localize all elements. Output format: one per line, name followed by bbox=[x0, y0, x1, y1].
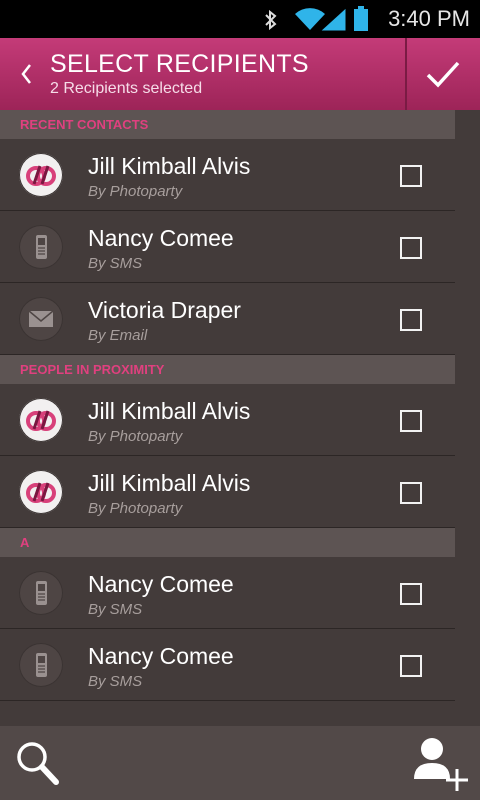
back-button[interactable] bbox=[14, 38, 44, 110]
confirm-button[interactable] bbox=[407, 38, 480, 110]
photoparty-icon bbox=[26, 165, 56, 186]
section-header: RECENT CONTACTS bbox=[0, 110, 455, 139]
section-header: A bbox=[0, 528, 455, 557]
avatar bbox=[19, 470, 63, 514]
contact-method: By Email bbox=[88, 327, 148, 344]
avatar bbox=[19, 225, 63, 269]
contact-name: Nancy Comee bbox=[88, 225, 234, 251]
contact-name: Jill Kimball Alvis bbox=[88, 153, 251, 179]
recipient-checkbox[interactable] bbox=[400, 410, 422, 432]
contact-method: By Photoparty bbox=[88, 183, 183, 200]
avatar bbox=[19, 643, 63, 687]
recipients-count: 2 Recipients selected bbox=[50, 80, 203, 97]
contact-row[interactable]: Nancy Comee By SMS bbox=[0, 557, 455, 629]
recipient-checkbox[interactable] bbox=[400, 655, 422, 677]
contact-row[interactable]: Nancy Comee By SMS bbox=[0, 629, 455, 701]
bottom-bar bbox=[0, 726, 480, 800]
avatar bbox=[19, 153, 63, 197]
phone-icon bbox=[36, 653, 47, 677]
battery-icon bbox=[354, 6, 368, 31]
contact-method: By Photoparty bbox=[88, 428, 183, 445]
avatar bbox=[19, 398, 63, 442]
contact-name: Victoria Draper bbox=[88, 297, 241, 323]
avatar bbox=[19, 571, 63, 615]
avatar bbox=[19, 297, 63, 341]
checkmark-icon bbox=[426, 61, 460, 88]
envelope-icon bbox=[28, 310, 54, 327]
recipient-checkbox[interactable] bbox=[400, 309, 422, 331]
page-title: SELECT RECIPIENTS bbox=[50, 50, 309, 78]
status-time: 3:40 PM bbox=[388, 6, 470, 31]
contact-method: By SMS bbox=[88, 255, 143, 272]
add-contact-button[interactable] bbox=[410, 732, 472, 794]
title-block: SELECT RECIPIENTS 2 Recipients selected bbox=[50, 50, 309, 99]
search-button[interactable] bbox=[12, 736, 64, 790]
phone-icon bbox=[36, 581, 47, 605]
photoparty-icon bbox=[26, 410, 56, 431]
contact-row[interactable]: Victoria Draper By Email bbox=[0, 283, 455, 355]
recipient-checkbox[interactable] bbox=[400, 583, 422, 605]
contact-row[interactable]: Jill Kimball Alvis By Photoparty bbox=[0, 384, 455, 456]
bluetooth-icon bbox=[265, 9, 277, 31]
cell-signal-icon bbox=[321, 8, 346, 31]
status-bar: 3:40 PM bbox=[0, 0, 480, 38]
section-header: PEOPLE IN PROXIMITY bbox=[0, 355, 455, 384]
phone-icon bbox=[36, 235, 47, 259]
contact-method: By SMS bbox=[88, 601, 143, 618]
contact-row[interactable]: Jill Kimball Alvis By Photoparty bbox=[0, 139, 455, 211]
contact-row[interactable]: Jill Kimball Alvis By Photoparty bbox=[0, 456, 455, 528]
search-icon bbox=[17, 742, 59, 785]
contact-method: By SMS bbox=[88, 673, 143, 690]
chevron-left-icon bbox=[21, 64, 31, 84]
add-contact-icon bbox=[414, 738, 468, 791]
contact-list[interactable]: RECENT CONTACTS Jill Kimball Alvis By Phot… bbox=[0, 110, 480, 726]
contact-method: By Photoparty bbox=[88, 500, 183, 517]
recipient-checkbox[interactable] bbox=[400, 482, 422, 504]
recipient-checkbox[interactable] bbox=[400, 165, 422, 187]
contact-name: Jill Kimball Alvis bbox=[88, 398, 251, 424]
photoparty-icon bbox=[26, 482, 56, 503]
contact-name: Nancy Comee bbox=[88, 643, 234, 669]
app-bar: SELECT RECIPIENTS 2 Recipients selected bbox=[0, 38, 480, 110]
contact-row[interactable]: Nancy Comee By SMS bbox=[0, 211, 455, 283]
contact-name: Nancy Comee bbox=[88, 571, 234, 597]
recipient-checkbox[interactable] bbox=[400, 237, 422, 259]
contact-name: Jill Kimball Alvis bbox=[88, 470, 251, 496]
